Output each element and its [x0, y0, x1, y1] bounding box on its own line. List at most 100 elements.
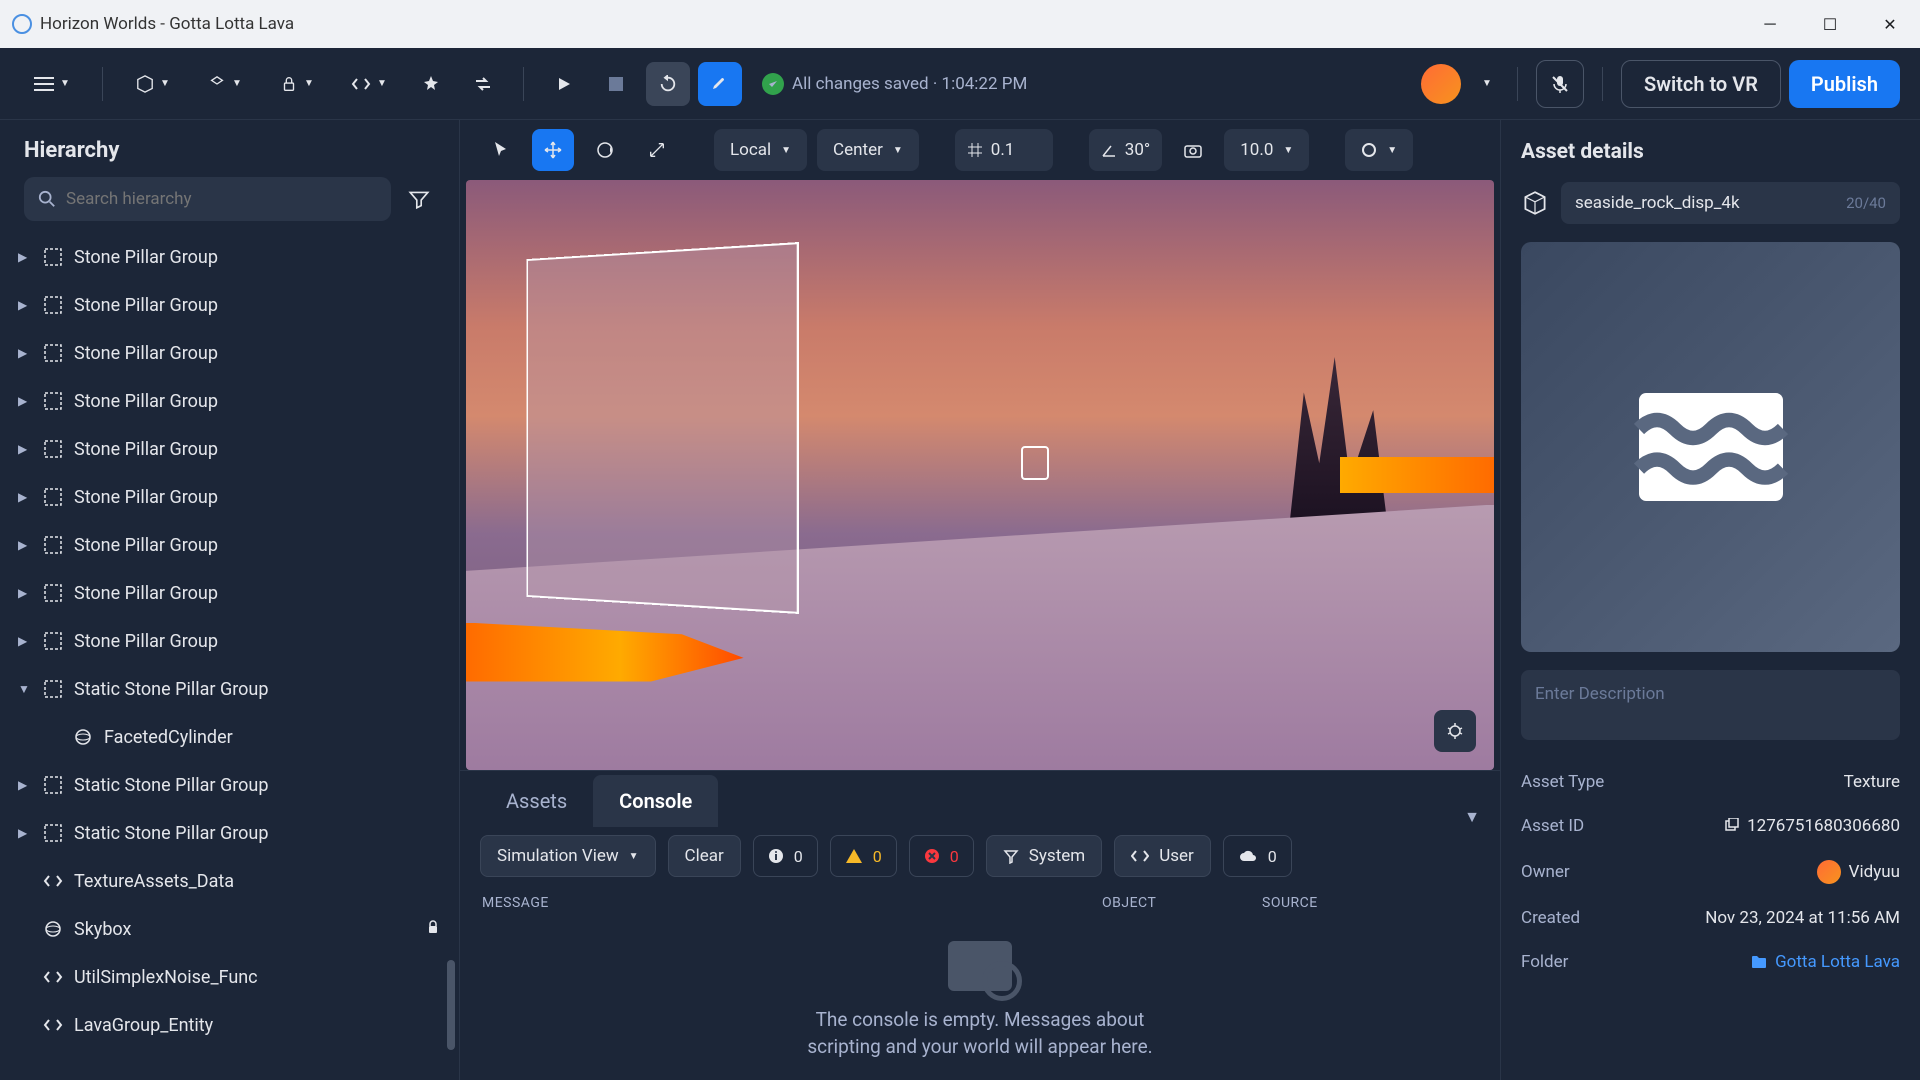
asset-name-field[interactable]: seaside_rock_disp_4k 20/40	[1561, 182, 1900, 224]
tree-item[interactable]: ▶Stone Pillar Group	[0, 281, 459, 329]
scale-tool[interactable]	[636, 129, 678, 171]
hierarchy-filter-button[interactable]	[403, 183, 435, 215]
minimize-button[interactable]: ─	[1740, 0, 1800, 48]
tree-item[interactable]: ▶Stone Pillar Group	[0, 329, 459, 377]
close-button[interactable]: ✕	[1860, 0, 1920, 48]
expand-arrow[interactable]: ▶	[18, 778, 32, 792]
ai-button[interactable]	[409, 62, 453, 106]
asset-owner-value[interactable]: Vidyuu	[1817, 860, 1900, 884]
switch-vr-button[interactable]: Switch to VR	[1621, 60, 1781, 108]
tree-item[interactable]: ▶ Stone Pillar Group	[0, 617, 459, 665]
tree-item-label: Stone Pillar Group	[74, 631, 218, 652]
publish-button[interactable]: Publish	[1789, 60, 1900, 108]
rotate-tool[interactable]	[584, 129, 626, 171]
render-mode-select[interactable]: ▼	[1345, 129, 1413, 171]
node-type-icon	[42, 678, 64, 700]
asset-panel-title: Asset details	[1521, 140, 1900, 164]
mic-button[interactable]	[1536, 60, 1584, 108]
reset-button[interactable]	[646, 62, 690, 106]
sim-view-select[interactable]: Simulation View▼	[480, 835, 656, 877]
asset-description-input[interactable]: Enter Description	[1521, 670, 1900, 740]
tree-item[interactable]: TextureAssets_Data	[0, 857, 459, 905]
expand-arrow[interactable]: ▶	[18, 394, 32, 408]
expand-arrow[interactable]: ▶	[18, 490, 32, 504]
expand-arrow[interactable]: ▶	[18, 298, 32, 312]
lock-button[interactable]: ▼	[265, 62, 329, 106]
asset-type-icon	[1521, 189, 1549, 217]
camera-button[interactable]	[1172, 129, 1214, 171]
menu-button[interactable]: ▼	[20, 62, 84, 106]
viewport-selection	[527, 242, 799, 614]
tab-console[interactable]: Console	[593, 775, 718, 827]
tree-item[interactable]: ▶Stone Pillar Group	[0, 569, 459, 617]
system-filter[interactable]: System	[986, 835, 1102, 877]
clear-button[interactable]: Clear	[668, 835, 741, 877]
tree-item[interactable]: ▼Static Stone Pillar Group	[0, 665, 459, 713]
expand-arrow[interactable]: ▶	[18, 538, 32, 552]
expand-arrow[interactable]: ▶	[18, 826, 32, 840]
asset-folder-link[interactable]: Gotta Lotta Lava	[1751, 952, 1900, 972]
tree-item[interactable]: ▶Static Stone Pillar Group	[0, 761, 459, 809]
angle-input[interactable]: 30°	[1089, 129, 1162, 171]
tab-assets[interactable]: Assets	[480, 775, 593, 827]
asset-id-label: Asset ID	[1521, 816, 1584, 836]
move-tool[interactable]	[532, 129, 574, 171]
play-button[interactable]	[542, 62, 586, 106]
expand-arrow[interactable]: ▼	[18, 682, 32, 696]
panel-expand-button[interactable]: ▼	[1464, 807, 1480, 827]
tree-item-label: Stone Pillar Group	[74, 535, 218, 556]
expand-arrow[interactable]: ▶	[18, 250, 32, 264]
user-filter[interactable]: User	[1114, 835, 1211, 877]
tree-item-label: Stone Pillar Group	[74, 247, 218, 268]
expand-arrow[interactable]: ▶	[18, 634, 32, 648]
user-avatar[interactable]	[1421, 64, 1461, 104]
tree-item[interactable]: LavaGroup_Entity	[0, 1001, 459, 1049]
select-tool[interactable]	[480, 129, 522, 171]
tree-item-label: Stone Pillar Group	[74, 391, 218, 412]
info-count[interactable]: 0	[753, 835, 818, 877]
console-headers: MESSAGE OBJECT SOURCE	[460, 885, 1500, 921]
node-type-icon	[42, 774, 64, 796]
debug-button[interactable]	[1434, 710, 1476, 752]
sync-button[interactable]	[461, 62, 505, 106]
scripts-button[interactable]: ▼	[337, 62, 401, 106]
tree-item[interactable]: FacetedCylinder	[0, 713, 459, 761]
tree-item[interactable]: ▶ Static Stone Pillar Group	[0, 809, 459, 857]
expand-arrow[interactable]: ▶	[18, 346, 32, 360]
hierarchy-search-input[interactable]	[66, 189, 377, 209]
viewport-3d[interactable]	[466, 180, 1494, 770]
space-select[interactable]: Local▼	[714, 129, 807, 171]
tree-item-label: Static Stone Pillar Group	[74, 823, 268, 844]
viewport-scenery	[1258, 357, 1412, 534]
hierarchy-tree[interactable]: ▶ Stone Pillar Group ▶ Stone Pillar Group ▶ S…	[0, 233, 459, 1080]
tree-item[interactable]: ▶Stone Pillar Group	[0, 425, 459, 473]
tree-item-label: UtilSimplexNoise_Func	[74, 967, 258, 988]
scrollbar-thumb[interactable]	[447, 960, 455, 1050]
warn-count[interactable]: 0	[830, 835, 897, 877]
tree-item[interactable]: Skybox	[0, 905, 459, 953]
saved-check-icon	[762, 73, 784, 95]
asset-details-panel: Asset details seaside_rock_disp_4k 20/40…	[1500, 120, 1920, 1080]
tree-item[interactable]: ▶Stone Pillar Group	[0, 473, 459, 521]
tree-item[interactable]: ▶ Stone Pillar Group	[0, 521, 459, 569]
status-text: All changes saved · 1:04:22 PM	[792, 74, 1027, 94]
tree-item[interactable]: ▶ Stone Pillar Group	[0, 233, 459, 281]
maximize-button[interactable]: ☐	[1800, 0, 1860, 48]
hierarchy-search[interactable]	[24, 177, 391, 221]
asset-id-value[interactable]: 1276751680306680	[1723, 816, 1900, 836]
user-dropdown[interactable]: ▼	[1469, 62, 1499, 106]
grid-snap-input[interactable]	[955, 129, 1053, 171]
cloud-count[interactable]: 0	[1223, 835, 1292, 877]
expand-arrow[interactable]: ▶	[18, 586, 32, 600]
error-count[interactable]: 0	[909, 835, 974, 877]
build-mode-button[interactable]	[698, 62, 742, 106]
node-type-icon	[42, 534, 64, 556]
tree-item[interactable]: UtilSimplexNoise_Func	[0, 953, 459, 1001]
add-object-button[interactable]: ▼	[121, 62, 185, 106]
expand-arrow[interactable]: ▶	[18, 442, 32, 456]
fov-select[interactable]: 10.0▼	[1224, 129, 1309, 171]
stop-button[interactable]	[594, 62, 638, 106]
gizmos-button[interactable]: ▼	[193, 62, 257, 106]
tree-item[interactable]: ▶ Stone Pillar Group	[0, 377, 459, 425]
pivot-select[interactable]: Center▼	[817, 129, 919, 171]
